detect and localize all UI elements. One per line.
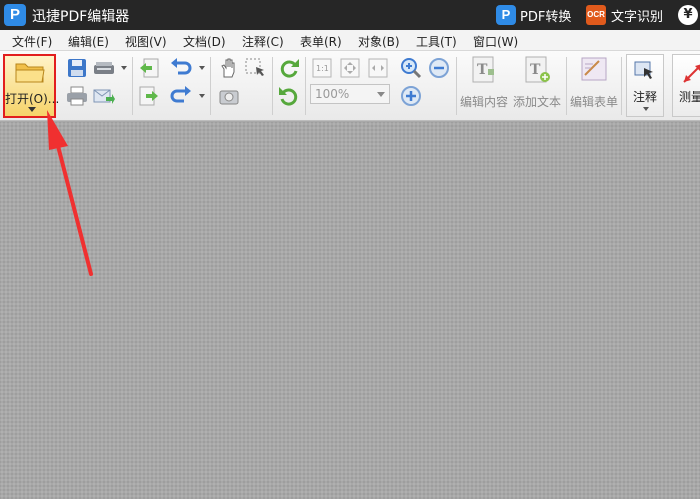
annotate-button[interactable]: 注释 [626,54,664,117]
open-button-label: 打开(O)... [5,92,60,106]
ocr-icon: OCR [586,5,606,25]
scanner-icon[interactable] [93,57,115,79]
scanner-dropdown-icon[interactable] [121,66,127,70]
email-icon[interactable] [93,85,115,107]
rotate-cw-icon[interactable] [278,57,300,79]
page-next-icon[interactable] [138,85,160,107]
fit-width-icon[interactable] [367,57,389,79]
ocr-button[interactable]: OCR 文字识别 [586,4,663,26]
pdf-convert-icon: P [496,5,516,25]
edit-content-icon: T [472,56,494,83]
undo-icon[interactable] [170,57,192,79]
menu-document[interactable]: 文档(D) [183,33,226,50]
annotate-icon [634,61,653,79]
redo-dropdown-icon[interactable] [199,94,205,98]
menu-comment[interactable]: 注释(C) [242,33,284,50]
pdf-convert-button[interactable]: P PDF转换 [496,4,571,26]
measure-label: 测量 [679,90,700,104]
edit-form-button[interactable]: 编辑表单 [569,55,619,117]
menu-form[interactable]: 表单(R) [300,33,342,50]
ocr-label: 文字识别 [611,9,664,25]
menu-edit[interactable]: 编辑(E) [68,33,109,50]
actual-size-icon[interactable]: 1:1 [311,57,333,79]
annotate-label: 注释 [632,90,657,104]
chevron-down-icon [377,92,385,97]
chevron-down-icon [643,107,649,111]
measure-icon [683,64,700,83]
add-text-label: 添加文本 [512,95,561,109]
undo-dropdown-icon[interactable] [199,66,205,70]
menu-window[interactable]: 窗口(W) [473,33,518,50]
zoom-in-magnifier-icon[interactable] [400,57,422,79]
edit-content-button[interactable]: T 编辑内容 [459,55,509,117]
menu-bar: 文件(F) 编辑(E) 视图(V) 文档(D) 注释(C) 表单(R) 对象(B… [0,30,700,51]
svg-text:1:1: 1:1 [316,64,329,73]
zoom-out-icon[interactable] [428,57,450,79]
menu-object[interactable]: 对象(B) [358,33,400,50]
add-text-icon: T [525,56,550,83]
snapshot-icon[interactable] [218,85,240,107]
zoom-value: 100% [315,87,350,101]
edit-content-label: 编辑内容 [459,95,508,109]
pdf-convert-label: PDF转换 [520,9,572,25]
document-area[interactable] [0,122,700,499]
zoom-in-icon[interactable] [400,85,422,107]
edit-form-label: 编辑表单 [569,95,618,109]
page-prev-icon[interactable] [138,57,160,79]
redo-icon[interactable] [170,85,192,107]
title-bar: P 迅捷PDF编辑器 P PDF转换 OCR 文字识别 ¥ [0,0,700,30]
app-logo-icon: P [4,4,26,26]
folder-open-icon [15,63,45,83]
currency-icon[interactable]: ¥ [678,5,698,25]
menu-tools[interactable]: 工具(T) [416,33,457,50]
save-icon[interactable] [66,57,88,79]
open-button[interactable]: 打开(O)... [3,54,60,118]
rotate-ccw-icon[interactable] [278,85,300,107]
app-title: 迅捷PDF编辑器 [32,9,130,25]
measure-button[interactable]: 测量 [672,54,700,117]
svg-text:T: T [477,62,488,78]
zoom-select[interactable]: 100% [310,84,390,104]
select-text-icon[interactable] [244,57,266,79]
svg-text:T: T [530,62,541,78]
chevron-down-icon[interactable] [28,107,36,112]
edit-form-icon [581,57,607,81]
menu-file[interactable]: 文件(F) [12,33,52,50]
add-text-button[interactable]: T 添加文本 [512,55,562,117]
print-icon[interactable] [66,85,88,107]
hand-tool-icon[interactable] [218,57,240,79]
menu-view[interactable]: 视图(V) [125,33,167,50]
fit-page-icon[interactable] [339,57,361,79]
